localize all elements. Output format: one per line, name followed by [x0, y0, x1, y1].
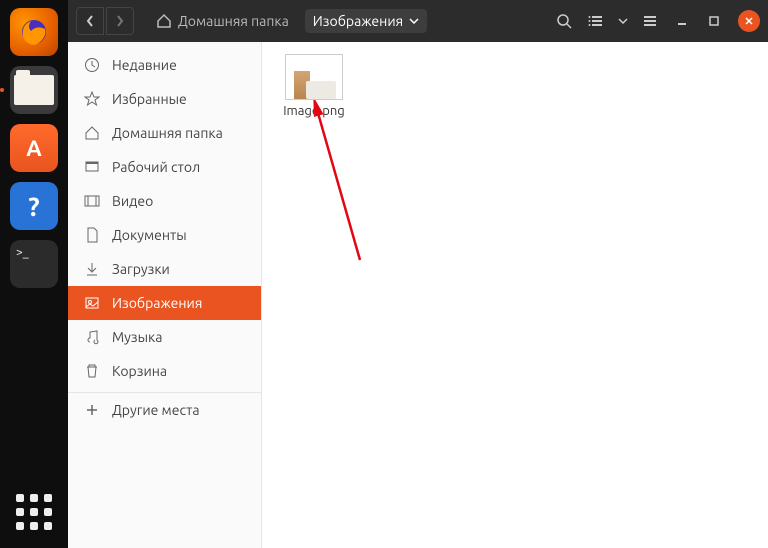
breadcrumb-current-label: Изображения [313, 13, 403, 29]
breadcrumb-home[interactable]: Домашняя папка [148, 9, 297, 33]
sidebar-item-label: Видео [112, 193, 153, 209]
sidebar-item-label: Корзина [112, 363, 167, 379]
sidebar-item-desktop[interactable]: Рабочий стол [68, 150, 261, 184]
sidebar-item-starred[interactable]: Избранные [68, 82, 261, 116]
minimize-icon [676, 15, 688, 27]
search-button[interactable] [550, 7, 578, 35]
clock-icon [84, 57, 100, 73]
minimize-button[interactable] [668, 7, 696, 35]
dock-files-icon[interactable] [10, 66, 58, 114]
close-icon [744, 16, 754, 26]
sidebar-item-pictures[interactable]: Изображения [68, 286, 261, 320]
list-icon [588, 13, 604, 29]
desktop-icon [84, 159, 100, 175]
titlebar: Домашняя папка Изображения [68, 0, 768, 42]
chevron-left-icon [85, 14, 95, 28]
content-area[interactable]: Image.png [262, 42, 768, 548]
sidebar-item-music[interactable]: Музыка [68, 320, 261, 354]
hamburger-icon [642, 13, 658, 29]
maximize-icon [708, 15, 720, 27]
nav-back-button[interactable] [76, 7, 104, 35]
sidebar-item-videos[interactable]: Видео [68, 184, 261, 218]
terminal-icon: >_ [16, 246, 29, 259]
sidebar-item-label: Другие места [112, 402, 200, 418]
video-icon [84, 193, 100, 209]
sidebar-item-label: Изображения [112, 295, 202, 311]
chevron-down-icon [409, 18, 419, 24]
annotation-arrow [290, 100, 370, 270]
sidebar-item-label: Домашняя папка [112, 125, 223, 141]
sidebar-item-label: Недавние [112, 57, 177, 73]
home-icon [156, 13, 172, 29]
file-item[interactable]: Image.png [274, 54, 354, 118]
breadcrumb-current[interactable]: Изображения [305, 9, 427, 33]
sidebar-item-label: Документы [112, 227, 187, 243]
trash-icon [84, 363, 100, 379]
sidebar-item-trash[interactable]: Корзина [68, 354, 261, 388]
file-thumbnail [285, 54, 343, 100]
files-window: Домашняя папка Изображения [68, 0, 768, 548]
sidebar-item-documents[interactable]: Документы [68, 218, 261, 252]
folder-icon [14, 75, 54, 105]
dock-firefox-icon[interactable] [10, 8, 58, 56]
view-dropdown-button[interactable] [614, 7, 632, 35]
breadcrumb-home-label: Домашняя папка [178, 13, 289, 29]
maximize-button[interactable] [700, 7, 728, 35]
sidebar-item-recent[interactable]: Недавние [68, 48, 261, 82]
download-icon [84, 261, 100, 277]
music-icon [84, 329, 100, 345]
document-icon [84, 227, 100, 243]
image-icon [84, 295, 100, 311]
sidebar-item-label: Музыка [112, 329, 162, 345]
sidebar-item-label: Избранные [112, 91, 187, 107]
sidebar-item-home[interactable]: Домашняя папка [68, 116, 261, 150]
file-name: Image.png [283, 104, 345, 118]
star-icon [84, 91, 100, 107]
sidebar-item-downloads[interactable]: Загрузки [68, 252, 261, 286]
dock-terminal-icon[interactable]: >_ [10, 240, 58, 288]
dock: A ? >_ [0, 0, 68, 548]
nav-forward-button[interactable] [106, 7, 134, 35]
chevron-right-icon [115, 14, 125, 28]
dock-software-icon[interactable]: A [10, 124, 58, 172]
sidebar-item-label: Рабочий стол [112, 159, 200, 175]
close-button[interactable] [738, 10, 760, 32]
sidebar: Недавние Избранные Домашняя папка Рабочи… [68, 42, 262, 548]
sidebar-item-label: Загрузки [112, 261, 170, 277]
software-center-icon: A [26, 136, 41, 161]
search-icon [556, 13, 572, 29]
view-list-button[interactable] [582, 7, 610, 35]
hamburger-menu-button[interactable] [636, 7, 664, 35]
dock-apps-grid-icon[interactable] [10, 488, 58, 536]
sidebar-item-other-places[interactable]: Другие места [68, 393, 261, 427]
dock-help-icon[interactable]: ? [10, 182, 58, 230]
home-icon [84, 125, 100, 141]
chevron-down-icon [618, 18, 628, 24]
firefox-icon [17, 15, 51, 49]
help-icon: ? [28, 192, 39, 221]
plus-icon [84, 402, 100, 418]
